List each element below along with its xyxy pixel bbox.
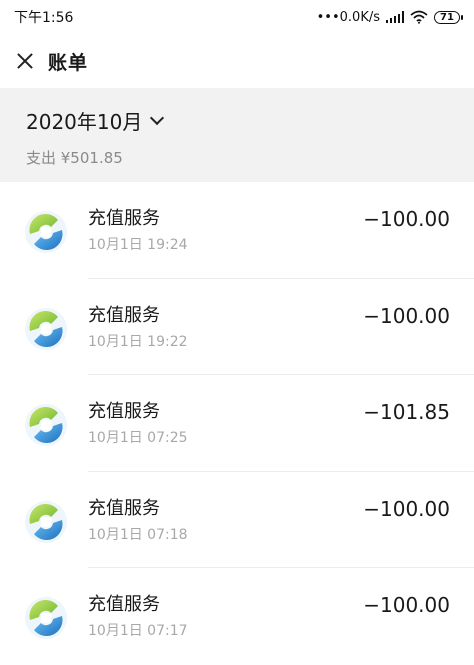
transaction-row[interactable]: 充值服务 10月1日 19:22 −100.00 bbox=[0, 279, 474, 376]
page-title: 账单 bbox=[48, 51, 89, 74]
month-picker[interactable]: 2020年10月 bbox=[26, 106, 165, 135]
transaction-amount: −101.85 bbox=[363, 400, 450, 424]
close-icon[interactable] bbox=[14, 50, 36, 72]
transaction-info: 充值服务 10月1日 07:17 bbox=[88, 594, 363, 640]
signal-icon bbox=[386, 11, 404, 23]
status-time: 下午1:56 bbox=[14, 10, 74, 26]
transaction-row[interactable]: 充值服务 10月1日 07:25 −101.85 bbox=[0, 375, 474, 472]
transaction-title: 充值服务 bbox=[88, 401, 160, 422]
merchant-logo-icon bbox=[24, 403, 68, 447]
merchant-logo-icon bbox=[24, 500, 68, 544]
merchant-logo-icon bbox=[24, 210, 68, 254]
transaction-title: 充值服务 bbox=[88, 208, 160, 229]
transaction-time: 10月1日 19:24 bbox=[88, 237, 188, 253]
transaction-time: 10月1日 07:18 bbox=[88, 526, 188, 543]
spending-total: 支出 ¥501.85 bbox=[26, 149, 123, 167]
transaction-amount: −100.00 bbox=[363, 207, 450, 231]
wifi-icon bbox=[410, 10, 428, 24]
merchant-logo-icon bbox=[24, 307, 68, 351]
merchant-logo-icon bbox=[24, 596, 68, 640]
transaction-time: 10月1日 07:25 bbox=[88, 430, 188, 446]
transaction-info: 充值服务 10月1日 19:22 bbox=[88, 305, 363, 351]
chevron-down-icon bbox=[150, 110, 165, 126]
transaction-title: 充值服务 bbox=[88, 304, 160, 326]
transaction-row[interactable]: 充值服务 10月1日 07:17 −100.00 bbox=[0, 568, 474, 665]
transaction-amount: −100.00 bbox=[363, 593, 450, 617]
transaction-title: 充值服务 bbox=[88, 594, 160, 615]
network-speed: •••0.0K/s bbox=[316, 9, 380, 25]
status-indicators: •••0.0K/s 71 bbox=[316, 9, 463, 25]
battery-icon: 71 bbox=[434, 10, 463, 24]
transaction-row[interactable]: 充值服务 10月1日 07:18 −100.00 bbox=[0, 472, 474, 569]
transaction-title: 充值服务 bbox=[88, 497, 160, 519]
month-summary: 2020年10月 支出 ¥501.85 bbox=[0, 88, 474, 182]
month-label: 2020年10月 bbox=[26, 110, 143, 134]
transaction-info: 充值服务 10月1日 07:18 bbox=[88, 498, 363, 544]
transaction-time: 10月1日 07:17 bbox=[88, 623, 188, 639]
transaction-amount: −100.00 bbox=[363, 303, 450, 328]
transaction-time: 10月1日 19:22 bbox=[88, 333, 188, 350]
status-bar: 下午1:56 •••0.0K/s 71 bbox=[0, 0, 474, 34]
transaction-info: 充值服务 10月1日 07:25 bbox=[88, 401, 363, 447]
nav-bar: 账单 bbox=[0, 34, 474, 88]
transaction-info: 充值服务 10月1日 19:24 bbox=[88, 208, 363, 254]
transaction-amount: −100.00 bbox=[363, 496, 450, 521]
transaction-list: 充值服务 10月1日 19:24 −100.00 充值服务 10月1日 19:2… bbox=[0, 182, 474, 665]
transaction-row[interactable]: 充值服务 10月1日 19:24 −100.00 bbox=[0, 182, 474, 279]
